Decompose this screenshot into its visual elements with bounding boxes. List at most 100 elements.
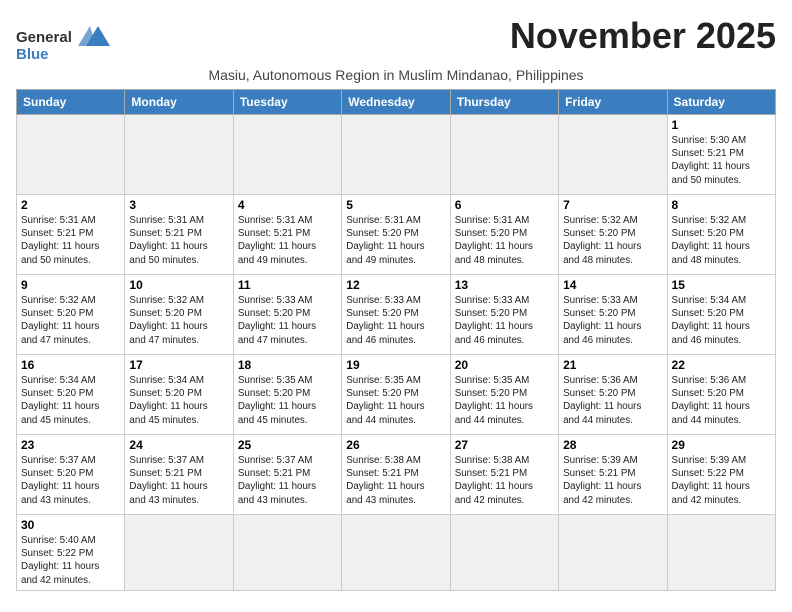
calendar-day-cell: 7 Sunrise: 5:32 AMSunset: 5:20 PMDaylight… (559, 195, 667, 275)
day-info-text: Sunrise: 5:35 AMSunset: 5:20 PMDaylight:… (238, 374, 337, 427)
day-number: 6 (455, 198, 554, 212)
day-number: 20 (455, 358, 554, 372)
day-number: 9 (21, 278, 120, 292)
calendar-day-cell: 23 Sunrise: 5:37 AMSunset: 5:20 PMDayligh… (17, 435, 125, 515)
calendar-day-cell: 30Sunrise: 5:40 AMSunset: 5:22 PMDayligh… (17, 515, 125, 591)
day-info-text: Sunrise: 5:30 AMSunset: 5:21 PMDaylight:… (672, 134, 771, 187)
day-info-text: Sunrise: 5:39 AMSunset: 5:22 PMDaylight:… (672, 454, 771, 507)
day-number: 13 (455, 278, 554, 292)
day-number: 5 (346, 198, 445, 212)
calendar-day-cell: 29 Sunrise: 5:39 AMSunset: 5:22 PMDayligh… (667, 435, 775, 515)
day-number: 7 (563, 198, 662, 212)
day-number: 15 (672, 278, 771, 292)
day-number: 29 (672, 438, 771, 452)
calendar-day-cell: 12 Sunrise: 5:33 AMSunset: 5:20 PMDayligh… (342, 275, 450, 355)
calendar-day-cell (342, 115, 450, 195)
day-info-text: Sunrise: 5:37 AMSunset: 5:21 PMDaylight:… (238, 454, 337, 507)
calendar-week-row: 9 Sunrise: 5:32 AMSunset: 5:20 PMDaylight… (17, 275, 776, 355)
day-info-text: Sunrise: 5:33 AMSunset: 5:20 PMDaylight:… (455, 294, 554, 347)
calendar-day-cell (17, 115, 125, 195)
calendar-day-cell: 9 Sunrise: 5:32 AMSunset: 5:20 PMDaylight… (17, 275, 125, 355)
month-title-text: November 2025 (510, 16, 776, 56)
calendar-day-cell: 21Sunrise: 5:36 AMSunset: 5:20 PMDayligh… (559, 355, 667, 435)
calendar-day-cell (125, 115, 233, 195)
day-number: 11 (238, 278, 337, 292)
subtitle-text: Masiu, Autonomous Region in Muslim Minda… (16, 67, 776, 83)
day-info-text: Sunrise: 5:32 AMSunset: 5:20 PMDaylight:… (563, 214, 662, 267)
day-info-text: Sunrise: 5:37 AMSunset: 5:21 PMDaylight:… (129, 454, 228, 507)
day-number: 24 (129, 438, 228, 452)
calendar-day-cell: 2Sunrise: 5:31 AMSunset: 5:21 PMDaylight… (17, 195, 125, 275)
day-info-text: Sunrise: 5:36 AMSunset: 5:20 PMDaylight:… (672, 374, 771, 427)
day-number: 16 (21, 358, 120, 372)
logo-text-blue: Blue (16, 46, 49, 63)
day-info-text: Sunrise: 5:34 AMSunset: 5:20 PMDaylight:… (672, 294, 771, 347)
day-info-text: Sunrise: 5:31 AMSunset: 5:20 PMDaylight:… (455, 214, 554, 267)
calendar-day-cell (342, 515, 450, 591)
day-info-text: Sunrise: 5:31 AMSunset: 5:21 PMDaylight:… (21, 214, 120, 267)
calendar-week-row: 1 Sunrise: 5:30 AMSunset: 5:21 PMDaylight… (17, 115, 776, 195)
day-number: 17 (129, 358, 228, 372)
day-info-text: Sunrise: 5:32 AMSunset: 5:20 PMDaylight:… (672, 214, 771, 267)
calendar-day-cell: 17 Sunrise: 5:34 AMSunset: 5:20 PMDayligh… (125, 355, 233, 435)
day-of-week-tuesday: Tuesday (233, 90, 341, 115)
day-info-text: Sunrise: 5:40 AMSunset: 5:22 PMDaylight:… (21, 534, 120, 587)
day-number: 28 (563, 438, 662, 452)
calendar-day-cell (233, 515, 341, 591)
calendar-day-cell: 13 Sunrise: 5:33 AMSunset: 5:20 PMDayligh… (450, 275, 558, 355)
calendar-day-cell: 4Sunrise: 5:31 AMSunset: 5:21 PMDaylight… (233, 195, 341, 275)
day-number: 12 (346, 278, 445, 292)
calendar-day-cell (450, 115, 558, 195)
day-info-text: Sunrise: 5:33 AMSunset: 5:20 PMDaylight:… (346, 294, 445, 347)
day-number: 21 (563, 358, 662, 372)
day-info-text: Sunrise: 5:35 AMSunset: 5:20 PMDaylight:… (455, 374, 554, 427)
day-info-text: Sunrise: 5:34 AMSunset: 5:20 PMDaylight:… (21, 374, 120, 427)
day-number: 3 (129, 198, 228, 212)
calendar-table: SundayMondayTuesdayWednesdayThursdayFrid… (16, 89, 776, 591)
calendar-week-row: 30Sunrise: 5:40 AMSunset: 5:22 PMDayligh… (17, 515, 776, 591)
calendar-day-cell (233, 115, 341, 195)
calendar-day-cell: 5 Sunrise: 5:31 AMSunset: 5:20 PMDaylight… (342, 195, 450, 275)
calendar-day-cell: 14Sunrise: 5:33 AMSunset: 5:20 PMDayligh… (559, 275, 667, 355)
calendar-day-cell (125, 515, 233, 591)
calendar-day-cell (559, 115, 667, 195)
calendar-day-cell (559, 515, 667, 591)
day-number: 10 (129, 278, 228, 292)
day-of-week-monday: Monday (125, 90, 233, 115)
day-number: 22 (672, 358, 771, 372)
calendar-day-cell: 22 Sunrise: 5:36 AMSunset: 5:20 PMDayligh… (667, 355, 775, 435)
month-year-title: November 2025 (510, 16, 776, 56)
calendar-day-cell: 27Sunrise: 5:38 AMSunset: 5:21 PMDayligh… (450, 435, 558, 515)
day-of-week-saturday: Saturday (667, 90, 775, 115)
calendar-day-cell: 1 Sunrise: 5:30 AMSunset: 5:21 PMDaylight… (667, 115, 775, 195)
logo-area: General Blue (16, 16, 114, 63)
day-info-text: Sunrise: 5:39 AMSunset: 5:21 PMDaylight:… (563, 454, 662, 507)
calendar-day-cell (667, 515, 775, 591)
calendar-week-row: 16 Sunrise: 5:34 AMSunset: 5:20 PMDayligh… (17, 355, 776, 435)
day-number: 1 (672, 118, 771, 132)
calendar-week-row: 23 Sunrise: 5:37 AMSunset: 5:20 PMDayligh… (17, 435, 776, 515)
day-info-text: Sunrise: 5:34 AMSunset: 5:20 PMDaylight:… (129, 374, 228, 427)
day-info-text: Sunrise: 5:32 AMSunset: 5:20 PMDaylight:… (21, 294, 120, 347)
day-number: 25 (238, 438, 337, 452)
calendar-day-cell: 25 Sunrise: 5:37 AMSunset: 5:21 PMDayligh… (233, 435, 341, 515)
day-info-text: Sunrise: 5:31 AMSunset: 5:21 PMDaylight:… (129, 214, 228, 267)
calendar-day-cell: 16 Sunrise: 5:34 AMSunset: 5:20 PMDayligh… (17, 355, 125, 435)
day-info-text: Sunrise: 5:37 AMSunset: 5:20 PMDaylight:… (21, 454, 120, 507)
calendar-day-cell: 3 Sunrise: 5:31 AMSunset: 5:21 PMDaylight… (125, 195, 233, 275)
calendar-week-row: 2Sunrise: 5:31 AMSunset: 5:21 PMDaylight… (17, 195, 776, 275)
calendar-day-cell: 24 Sunrise: 5:37 AMSunset: 5:21 PMDayligh… (125, 435, 233, 515)
day-info-text: Sunrise: 5:31 AMSunset: 5:21 PMDaylight:… (238, 214, 337, 267)
day-info-text: Sunrise: 5:31 AMSunset: 5:20 PMDaylight:… (346, 214, 445, 267)
day-of-week-wednesday: Wednesday (342, 90, 450, 115)
day-number: 18 (238, 358, 337, 372)
day-number: 27 (455, 438, 554, 452)
day-number: 19 (346, 358, 445, 372)
calendar-day-cell: 11Sunrise: 5:33 AMSunset: 5:20 PMDayligh… (233, 275, 341, 355)
day-number: 23 (21, 438, 120, 452)
day-info-text: Sunrise: 5:32 AMSunset: 5:20 PMDaylight:… (129, 294, 228, 347)
calendar-day-cell (450, 515, 558, 591)
calendar-day-cell: 26Sunrise: 5:38 AMSunset: 5:21 PMDayligh… (342, 435, 450, 515)
day-of-week-sunday: Sunday (17, 90, 125, 115)
calendar-day-cell: 19Sunrise: 5:35 AMSunset: 5:20 PMDayligh… (342, 355, 450, 435)
